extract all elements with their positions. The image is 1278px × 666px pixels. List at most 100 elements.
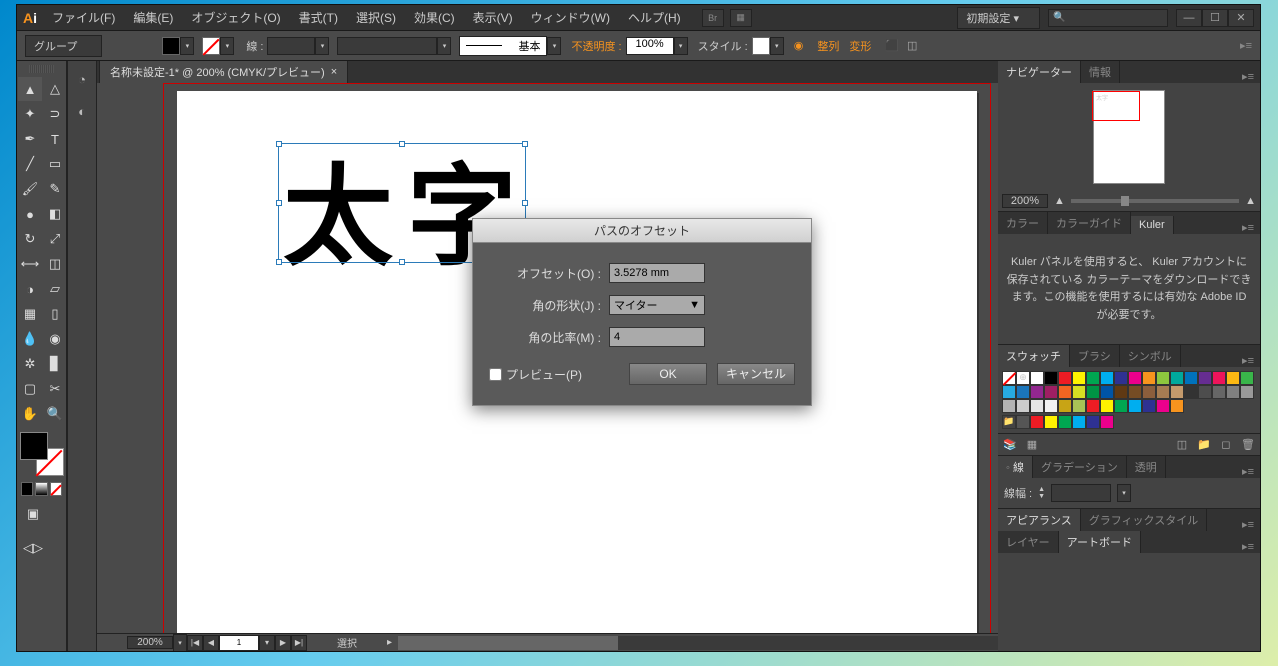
none-mode[interactable]	[50, 482, 62, 496]
swatch-cell[interactable]	[1170, 399, 1184, 413]
swatch-cell[interactable]	[1086, 385, 1100, 399]
paintbrush-tool[interactable]: 🖌	[18, 177, 42, 201]
pencil-tool[interactable]: ✎	[43, 177, 67, 201]
swatch-cell[interactable]	[1016, 385, 1030, 399]
mesh-tool[interactable]: ▦	[18, 302, 42, 326]
zoom-out-icon[interactable]: ▲	[1054, 195, 1065, 207]
gradient-tool[interactable]: ▯	[43, 302, 67, 326]
rotate-tool[interactable]: ↻	[18, 227, 42, 251]
artboard-number[interactable]: 1	[219, 635, 259, 651]
tab-gradient[interactable]: グラデーション	[1033, 456, 1127, 478]
artboard-tool[interactable]: ▢	[18, 377, 42, 401]
swatch-cell[interactable]	[1044, 399, 1058, 413]
clip-icon[interactable]: ◫	[907, 39, 917, 52]
swatch-cell[interactable]	[1030, 371, 1044, 385]
swatch-cell[interactable]	[1142, 399, 1156, 413]
swatch-cell[interactable]	[1212, 385, 1226, 399]
menu-edit[interactable]: 編集(E)	[124, 9, 182, 26]
search-input[interactable]: 🔍	[1048, 9, 1168, 27]
direct-selection-tool[interactable]: △	[43, 77, 67, 101]
line-tool[interactable]: ╱	[18, 152, 42, 176]
new-group-icon[interactable]: 📁	[1196, 437, 1212, 453]
panel-menu-icon[interactable]: ▸≡	[1236, 518, 1260, 531]
toolbar-toggle[interactable]: ◁▷	[21, 536, 45, 560]
menu-effect[interactable]: 効果(C)	[405, 9, 464, 26]
pen-tool[interactable]: ✒	[18, 127, 42, 151]
menu-object[interactable]: オブジェクト(O)	[182, 9, 289, 26]
recolor-icon[interactable]: ◉	[794, 39, 804, 52]
join-select[interactable]: マイター▼	[609, 295, 705, 315]
eraser-tool[interactable]: ◧	[43, 202, 67, 226]
delete-swatch-icon[interactable]: 🗑	[1240, 437, 1256, 453]
tab-color-guide[interactable]: カラーガイド	[1048, 212, 1131, 234]
swatch-cell[interactable]	[1044, 371, 1058, 385]
lasso-tool[interactable]: ⊃	[43, 102, 67, 126]
rectangle-tool[interactable]: ▭	[43, 152, 67, 176]
swatch-cell[interactable]	[1170, 371, 1184, 385]
menu-file[interactable]: ファイル(F)	[43, 9, 124, 26]
tab-transparency[interactable]: 透明	[1127, 456, 1166, 478]
swatch-cell[interactable]	[1156, 371, 1170, 385]
tab-symbols[interactable]: シンボル	[1120, 345, 1181, 367]
ok-button[interactable]: OK	[629, 363, 707, 385]
swatch-options-icon[interactable]: ◫	[1174, 437, 1190, 453]
swatch-cell[interactable]	[1114, 371, 1128, 385]
swatch-cell[interactable]	[1226, 385, 1240, 399]
last-artboard[interactable]: ▶|	[291, 635, 307, 651]
artboard-dropdown[interactable]: ▾	[259, 635, 275, 651]
swatch-cell[interactable]	[1100, 371, 1114, 385]
transform-button[interactable]: 変形	[849, 38, 871, 54]
align-button[interactable]: 整列	[817, 38, 839, 54]
swatch-cell[interactable]	[1198, 371, 1212, 385]
arrange-icon[interactable]: ▦	[730, 9, 752, 27]
slice-tool[interactable]: ✂	[43, 377, 67, 401]
close-button[interactable]: ✕	[1228, 9, 1254, 27]
tab-stroke[interactable]: ◦ 線	[998, 456, 1033, 478]
scale-tool[interactable]: ⤢	[43, 227, 67, 251]
fill-stroke-control[interactable]	[20, 432, 64, 476]
swatch-cell[interactable]	[1002, 399, 1016, 413]
preview-checkbox[interactable]: プレビュー(P)	[489, 366, 582, 383]
swatch-cell[interactable]	[1114, 385, 1128, 399]
panel-icon-2[interactable]: ◐	[72, 101, 92, 121]
free-transform-tool[interactable]: ◫	[43, 252, 67, 276]
graphic-style[interactable]	[752, 37, 770, 55]
tab-info[interactable]: 情報	[1081, 61, 1120, 83]
bridge-icon[interactable]: Br	[702, 9, 724, 27]
swatch-cell[interactable]	[1170, 385, 1184, 399]
swatch-cell[interactable]	[1184, 385, 1198, 399]
menu-select[interactable]: 選択(S)	[347, 9, 405, 26]
panel-menu-icon[interactable]: ▸≡	[1236, 540, 1260, 553]
swatch-cell[interactable]	[1212, 371, 1226, 385]
navigator-preview[interactable]: 太字	[998, 83, 1260, 191]
opacity-label[interactable]: 不透明度 :	[571, 38, 621, 54]
blend-tool[interactable]: ◉	[43, 327, 67, 351]
swatch-cell[interactable]	[1086, 371, 1100, 385]
swatch-cell[interactable]	[1142, 385, 1156, 399]
menu-type[interactable]: 書式(T)	[290, 9, 347, 26]
fill-swatch[interactable]	[162, 37, 180, 55]
fill-color[interactable]	[20, 432, 48, 460]
swatch-cell[interactable]	[1226, 371, 1240, 385]
stroke-profile[interactable]	[337, 37, 437, 55]
tab-color[interactable]: カラー	[998, 212, 1048, 234]
stroke-weight[interactable]	[267, 37, 315, 55]
stroke-swatch[interactable]	[202, 37, 220, 55]
first-artboard[interactable]: |◀	[187, 635, 203, 651]
panel-menu-icon[interactable]: ▸≡	[1236, 465, 1260, 478]
swatch-cell[interactable]	[1030, 385, 1044, 399]
tab-graphic-styles[interactable]: グラフィックスタイル	[1081, 509, 1207, 531]
color-mode[interactable]	[21, 482, 33, 496]
close-tab-icon[interactable]: ×	[331, 66, 337, 78]
brush-style[interactable]: 基本	[459, 36, 547, 56]
type-tool[interactable]: T	[43, 127, 67, 151]
swatch-cell[interactable]	[1100, 385, 1114, 399]
swatch-cell[interactable]	[1086, 399, 1100, 413]
swatch-cell[interactable]	[1002, 385, 1016, 399]
stroke-weight-input[interactable]	[1051, 484, 1111, 502]
swatch-cell[interactable]	[1128, 371, 1142, 385]
offset-input[interactable]	[609, 263, 705, 283]
swatch-cell[interactable]	[1128, 385, 1142, 399]
opacity-value[interactable]: 100%	[626, 37, 674, 55]
minimize-button[interactable]: —	[1176, 9, 1202, 27]
